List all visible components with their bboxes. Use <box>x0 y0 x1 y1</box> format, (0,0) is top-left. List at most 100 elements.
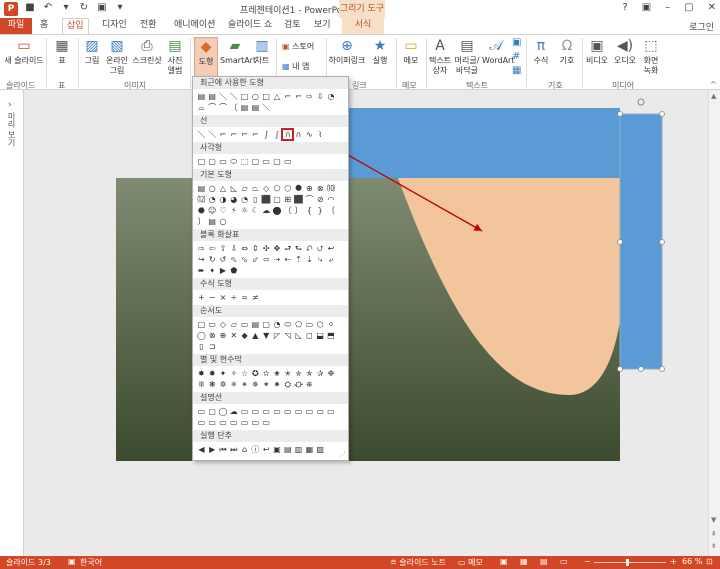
shape-option[interactable]: ⬠ <box>272 183 283 194</box>
login-link[interactable]: 로그인 <box>689 20 714 33</box>
shape-option[interactable]: ⬓ <box>315 330 326 341</box>
reading-view-icon[interactable]: ▤ <box>540 557 548 566</box>
vertical-scrollbar[interactable]: ▲ ▼ ⇞ ⇟ <box>708 90 720 556</box>
help-icon[interactable]: ? <box>622 2 627 13</box>
shape-option[interactable]: ⌒ <box>207 102 218 113</box>
shape-option[interactable]: ▼ <box>261 330 272 341</box>
shape-option[interactable]: ∩ <box>293 129 304 140</box>
language-indicator[interactable]: 한국어 <box>80 557 102 568</box>
shape-option[interactable]: = <box>239 292 250 303</box>
shape-option[interactable]: ⇣ <box>304 254 315 265</box>
shape-option[interactable]: ✯ <box>304 368 315 379</box>
shape-option[interactable]: ▭ <box>196 417 207 428</box>
tab-design[interactable]: 디자인 <box>98 18 131 34</box>
shape-option[interactable]: ⛭ <box>282 379 293 390</box>
shape-option[interactable]: ◀ <box>196 444 207 455</box>
hyperlink-button[interactable]: ⊕ 하이퍼링크 <box>328 37 366 66</box>
tab-transitions[interactable]: 전환 <box>136 18 161 34</box>
shape-option[interactable]: ▱ <box>239 183 250 194</box>
shape-option[interactable]: ✪ <box>250 368 261 379</box>
shape-option[interactable]: ▭ <box>282 156 293 167</box>
language-indicator-icon[interactable]: ▣ <box>68 557 76 566</box>
shape-option[interactable]: ▧ <box>315 444 326 455</box>
shape-option[interactable]: − <box>207 292 218 303</box>
comments-button[interactable]: ▭ 메모 <box>458 557 483 568</box>
shape-option[interactable]: ⊘ <box>315 194 326 205</box>
shape-option[interactable]: 〕 <box>293 205 304 216</box>
shape-option[interactable]: ◔ <box>239 194 250 205</box>
shape-option[interactable]: ⊐ <box>207 341 218 352</box>
shape-option[interactable]: 〔 <box>282 205 293 216</box>
zoom-slider[interactable] <box>594 562 666 563</box>
shape-option[interactable]: ↪ <box>196 254 207 265</box>
tab-insert[interactable]: 삽입 <box>62 18 89 34</box>
shape-option[interactable]: ⮐ <box>282 243 293 254</box>
shape-option[interactable]: ▭ <box>239 319 250 330</box>
shape-option[interactable]: ◻ <box>304 330 315 341</box>
shape-option[interactable]: ◑ <box>218 194 229 205</box>
shape-option[interactable]: ◕ <box>228 194 239 205</box>
shape-option[interactable]: ▤ <box>250 319 261 330</box>
shape-option[interactable]: ◇ <box>218 319 229 330</box>
shape-option[interactable]: ⑽ <box>326 183 337 194</box>
shape-option[interactable]: ▭ <box>261 156 272 167</box>
slide-number-icon[interactable]: # <box>512 51 520 62</box>
zoom-in-icon[interactable]: + <box>670 557 677 566</box>
notes-button[interactable]: ≘ 슬라이드 노트 <box>390 557 446 568</box>
shape-option[interactable]: ➧ <box>207 265 218 276</box>
shape-option[interactable]: ⮑ <box>293 243 304 254</box>
shape-option[interactable]: ◔ <box>326 91 337 102</box>
shape-option[interactable]: ▢ <box>207 156 218 167</box>
shape-option[interactable]: ✸ <box>196 368 207 379</box>
chart-button[interactable]: ▥ 차트 <box>252 37 272 66</box>
shape-option[interactable]: ▭ <box>218 417 229 428</box>
scroll-up-icon[interactable]: ▲ <box>711 92 716 100</box>
video-button[interactable]: ▣ 비디오 <box>584 37 610 66</box>
action-button[interactable]: ★ 실행 <box>368 37 392 66</box>
shape-option[interactable]: ⇨ <box>196 243 207 254</box>
tab-format[interactable]: 서식 <box>342 18 384 34</box>
shape-option[interactable]: ⏮ <box>218 444 229 455</box>
shape-option[interactable]: ⇢ <box>272 254 283 265</box>
header-footer-button[interactable]: ▤ 머리글/바닥글 <box>454 37 480 76</box>
shape-option[interactable]: ⌇ <box>315 129 326 140</box>
shape-option[interactable]: ▢ <box>207 406 218 417</box>
shape-option[interactable]: 〔 <box>228 102 239 113</box>
shape-option[interactable]: □ <box>196 319 207 330</box>
shape-option[interactable]: ◔ <box>207 194 218 205</box>
shape-option[interactable]: ▭ <box>261 406 272 417</box>
shape-option[interactable]: ☼ <box>239 205 250 216</box>
shape-option[interactable]: ＼ <box>218 91 229 102</box>
shape-option[interactable]: ✳ <box>228 379 239 390</box>
shape-option[interactable]: ▭ <box>196 406 207 417</box>
shape-option[interactable]: ⊕ <box>304 183 315 194</box>
shape-option[interactable]: ▥ <box>293 444 304 455</box>
comment-button[interactable]: ▭ 메모 <box>400 37 422 66</box>
shape-option[interactable]: ○ <box>207 183 218 194</box>
shapes-gallery-dropdown[interactable]: 최근에 사용한 도형 ▤ ▤ ＼ ＼ □ ○ □ △ ⌐ ⌐ ⇨ ⇩ ◔ ⌓ ⌒ ⌒ 〔 ▤ ▤ ＼ 선 ＼ ＼ ⌐ ⌐ ⌐ ⌐… <box>192 76 349 461</box>
shape-option[interactable]: ○ <box>250 91 261 102</box>
shape-option[interactable]: ❋ <box>207 379 218 390</box>
shape-option[interactable]: ✕ <box>228 330 239 341</box>
shape-option[interactable]: ⬭ <box>228 156 239 167</box>
shape-option[interactable]: ⚪ <box>326 319 337 330</box>
shape-option[interactable]: ⮍ <box>315 243 326 254</box>
shape-option[interactable]: ▭ <box>282 406 293 417</box>
slide[interactable] <box>24 90 720 556</box>
slide-editing-canvas[interactable] <box>24 90 720 556</box>
shape-option[interactable]: ⏢ <box>250 183 261 194</box>
table-button[interactable]: ▦ 표 <box>52 37 72 66</box>
selected-blue-rectangle-shape[interactable] <box>619 113 663 370</box>
shape-option[interactable]: ✵ <box>250 379 261 390</box>
minimize-icon[interactable]: – <box>665 2 670 13</box>
online-picture-button[interactable]: ▧ 온라인 그림 <box>104 37 130 76</box>
shape-option[interactable]: ⬤ <box>272 205 283 216</box>
shape-option[interactable]: ▭ <box>261 417 272 428</box>
shape-option[interactable]: ⯃ <box>293 183 304 194</box>
shape-option[interactable]: ✫ <box>261 368 272 379</box>
tab-home[interactable]: 홈 <box>36 18 52 34</box>
redo-icon[interactable]: ↻ <box>78 2 90 13</box>
zoom-out-icon[interactable]: − <box>584 557 591 566</box>
resize-grip-icon[interactable]: ⋰ <box>339 451 346 459</box>
shape-option[interactable]: ◺ <box>293 330 304 341</box>
